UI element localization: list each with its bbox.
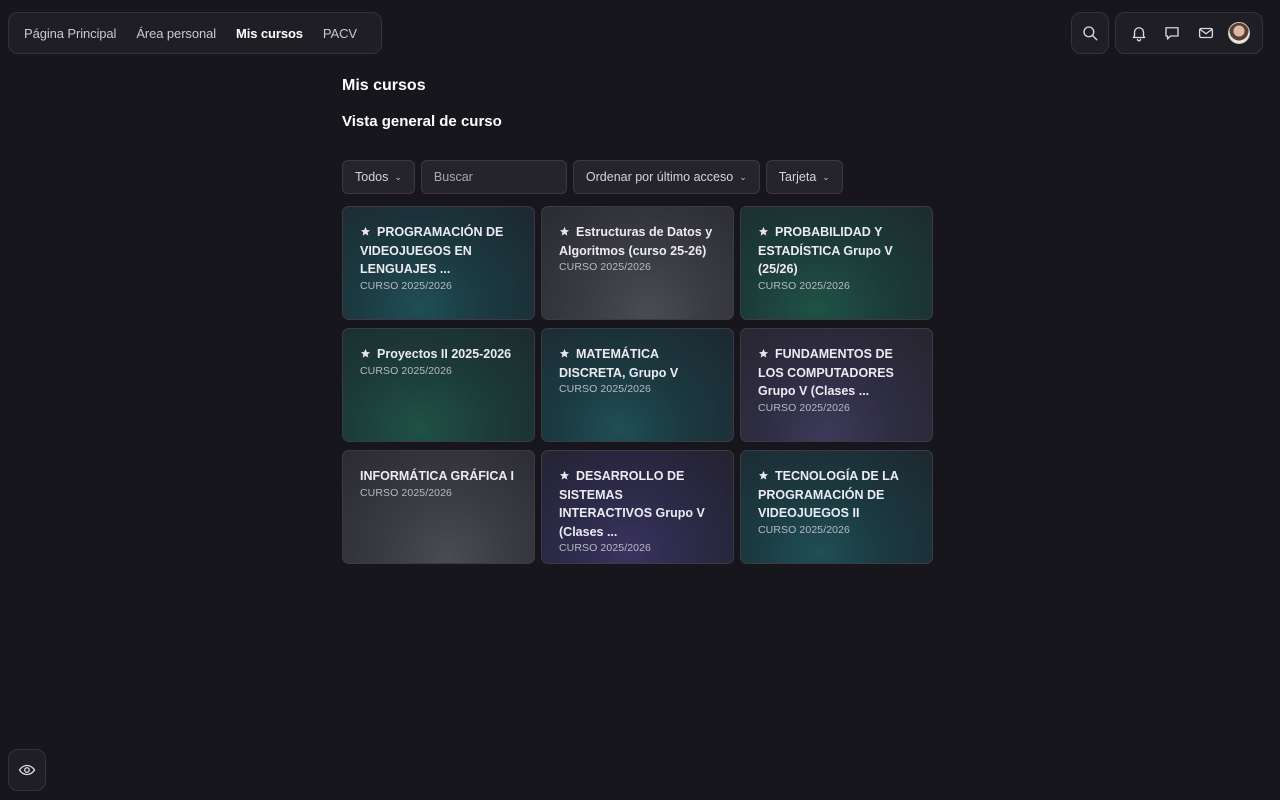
search-toggle[interactable]	[1071, 12, 1109, 54]
accessibility-button[interactable]	[8, 749, 46, 791]
course-title[interactable]: DESARROLLO DE SISTEMAS INTERACTIVOS Grup…	[559, 467, 717, 541]
grouping-dropdown[interactable]: Todos ⌄	[342, 160, 415, 194]
course-category: CURSO 2025/2026	[559, 261, 651, 273]
primary-navigation: Página Principal Área personal Mis curso…	[8, 12, 382, 54]
section-title: Vista general de curso	[342, 113, 502, 130]
course-category: CURSO 2025/2026	[360, 486, 452, 499]
star-icon	[559, 468, 570, 480]
search-input[interactable]: Buscar	[420, 160, 567, 194]
view-dropdown[interactable]: Tarjeta ⌄	[765, 160, 843, 194]
course-card[interactable]: INFORMÁTICA GRÁFICA I CURSO 2025/2026	[342, 450, 535, 564]
nav-link-my-courses[interactable]: Mis cursos	[226, 26, 313, 41]
course-title[interactable]: FUNDAMENTOS DE LOS COMPUTADORES Grupo V …	[758, 345, 916, 401]
course-card[interactable]: Estructuras de Datos y Algoritmos (curso…	[541, 206, 734, 320]
course-title-text: MATEMÁTICA DISCRETA, Grupo V	[559, 347, 679, 380]
course-grid: PROGRAMACIÓN DE VIDEOJUEGOS EN LENGUAJES…	[342, 206, 934, 564]
chevron-down-icon: ⌄	[739, 171, 747, 182]
course-title-text: FUNDAMENTOS DE LOS COMPUTADORES Grupo V …	[758, 347, 894, 398]
course-title-text: DESARROLLO DE SISTEMAS INTERACTIVOS Grup…	[559, 469, 705, 539]
course-title-text: PROBABILIDAD Y ESTADÍSTICA Grupo V (25/2…	[758, 225, 893, 276]
chevron-down-icon: ⌄	[822, 171, 830, 182]
course-card[interactable]: FUNDAMENTOS DE LOS COMPUTADORES Grupo V …	[740, 328, 933, 442]
course-card[interactable]: Proyectos II 2025-2026 CURSO 2025/2026	[342, 328, 535, 442]
course-title-text: Proyectos II 2025-2026	[377, 347, 512, 361]
search-input-placeholder: Buscar	[433, 170, 473, 184]
course-title[interactable]: MATEMÁTICA DISCRETA, Grupo V	[559, 345, 717, 382]
course-title[interactable]: PROBABILIDAD Y ESTADÍSTICA Grupo V (25/2…	[758, 223, 916, 279]
course-category: CURSO 2025/2026	[559, 383, 651, 395]
course-category: CURSO 2025/2026	[360, 279, 452, 292]
nav-link-dashboard[interactable]: Área personal	[126, 26, 226, 41]
mail-icon[interactable]	[1195, 22, 1217, 44]
course-card[interactable]: PROBABILIDAD Y ESTADÍSTICA Grupo V (25/2…	[740, 206, 933, 320]
course-card[interactable]: PROGRAMACIÓN DE VIDEOJUEGOS EN LENGUAJES…	[342, 206, 535, 320]
star-icon	[360, 224, 371, 236]
nav-link-pacv[interactable]: PACV	[313, 26, 367, 41]
star-icon	[559, 346, 570, 358]
course-card[interactable]: DESARROLLO DE SISTEMAS INTERACTIVOS Grup…	[541, 450, 734, 564]
avatar[interactable]	[1228, 22, 1251, 44]
sort-dropdown[interactable]: Ordenar por último acceso ⌄	[572, 160, 760, 194]
course-category: CURSO 2025/2026	[758, 279, 850, 292]
view-dropdown-label: Tarjeta	[778, 170, 817, 184]
star-icon	[758, 224, 769, 236]
star-icon	[559, 224, 570, 236]
eye-icon	[18, 764, 36, 776]
course-card[interactable]: MATEMÁTICA DISCRETA, Grupo V CURSO 2025/2…	[541, 328, 734, 442]
course-title[interactable]: TECNOLOGÍA DE LA PROGRAMACIÓN DE VIDEOJU…	[758, 467, 916, 523]
course-title-text: Estructuras de Datos y Algoritmos (curso…	[559, 225, 713, 258]
course-category: CURSO 2025/2026	[758, 523, 850, 536]
course-title[interactable]: PROGRAMACIÓN DE VIDEOJUEGOS EN LENGUAJES…	[360, 223, 518, 279]
chat-icon[interactable]	[1161, 22, 1183, 44]
star-icon	[360, 346, 371, 358]
course-title-text: TECNOLOGÍA DE LA PROGRAMACIÓN DE VIDEOJU…	[758, 469, 899, 520]
course-title[interactable]: Estructuras de Datos y Algoritmos (curso…	[559, 223, 717, 260]
star-icon	[758, 346, 769, 358]
main-content: Mis cursos Vista general de curso Todos …	[342, 76, 934, 564]
course-title[interactable]: INFORMÁTICA GRÁFICA I	[360, 467, 518, 486]
course-category: CURSO 2025/2026	[360, 364, 452, 377]
sort-dropdown-label: Ordenar por último acceso	[585, 170, 734, 184]
course-category: CURSO 2025/2026	[758, 401, 850, 414]
nav-link-home[interactable]: Página Principal	[24, 26, 126, 41]
course-title-text: PROGRAMACIÓN DE VIDEOJUEGOS EN LENGUAJES…	[360, 225, 504, 276]
course-filters: Todos ⌄ Buscar Ordenar por último acceso…	[342, 160, 934, 194]
user-tools	[1115, 12, 1263, 54]
course-card[interactable]: TECNOLOGÍA DE LA PROGRAMACIÓN DE VIDEOJU…	[740, 450, 933, 564]
page-title: Mis cursos	[342, 77, 426, 94]
chevron-down-icon: ⌄	[394, 171, 402, 182]
course-category: CURSO 2025/2026	[559, 542, 651, 554]
star-icon	[758, 468, 769, 480]
bell-icon[interactable]	[1128, 22, 1150, 44]
grouping-dropdown-label: Todos	[355, 170, 389, 184]
course-title-text: INFORMÁTICA GRÁFICA I	[360, 469, 514, 483]
search-icon[interactable]	[1079, 22, 1101, 44]
course-title[interactable]: Proyectos II 2025-2026	[360, 345, 518, 364]
